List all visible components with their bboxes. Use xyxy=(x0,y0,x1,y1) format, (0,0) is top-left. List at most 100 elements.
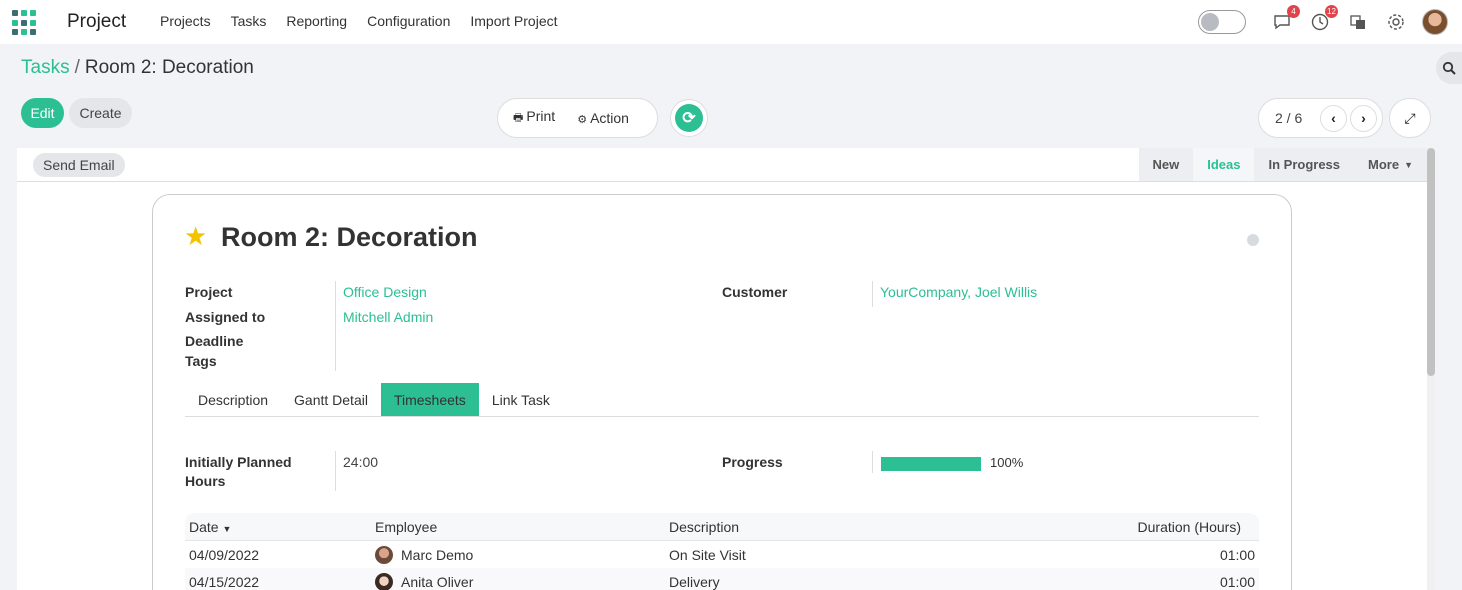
stage-more-dropdown[interactable]: More ▼ xyxy=(1354,148,1427,181)
stage-more-label: More xyxy=(1368,157,1400,172)
column-date-label: Date xyxy=(189,518,219,535)
project-label: Project xyxy=(185,284,233,300)
stage-ideas[interactable]: Ideas xyxy=(1193,148,1255,181)
row-description: Delivery xyxy=(669,573,720,590)
edit-button[interactable]: Edit xyxy=(21,98,64,128)
stage-new[interactable]: New xyxy=(1139,148,1194,181)
stage-in-progress[interactable]: In Progress xyxy=(1254,148,1354,181)
field-divider xyxy=(872,451,873,473)
row-employee: Anita Oliver xyxy=(375,572,669,590)
deadline-label: Deadline xyxy=(185,333,244,349)
send-email-button[interactable]: Send Email xyxy=(33,153,125,177)
breadcrumb-current: Room 2: Decoration xyxy=(84,57,254,78)
field-divider xyxy=(872,281,873,307)
timesheet-table: Date ▼ Employee Description Duration (Ho… xyxy=(185,513,1259,590)
settings-gear-icon[interactable] xyxy=(1384,10,1408,34)
search-panel-toggle[interactable] xyxy=(1436,52,1462,84)
messages-badge: 4 xyxy=(1287,5,1300,18)
user-avatar[interactable] xyxy=(1422,9,1448,35)
print-button[interactable]: 🖶 Print xyxy=(513,108,555,128)
dark-mode-toggle[interactable] xyxy=(1198,10,1246,34)
menu-reporting[interactable]: Reporting xyxy=(286,13,347,29)
employee-name: Marc Demo xyxy=(401,546,474,563)
tab-description[interactable]: Description xyxy=(185,383,281,416)
form-statusbar: Send Email New Ideas In Progress More ▼ xyxy=(17,148,1435,182)
caret-down-icon: ▼ xyxy=(1404,159,1413,170)
activities-clock-icon[interactable]: 12 xyxy=(1308,5,1338,34)
app-title[interactable]: Project xyxy=(67,11,126,33)
print-icon: 🖶 xyxy=(513,112,524,124)
refresh-icon: ⟳ xyxy=(675,104,703,132)
planned-hours-field[interactable]: 24:00 xyxy=(343,454,378,470)
form-view: Send Email New Ideas In Progress More ▼ ★… xyxy=(17,148,1435,590)
app-menu-icon[interactable] xyxy=(12,10,38,36)
kanban-state-icon[interactable] xyxy=(1247,234,1259,246)
progress-bar xyxy=(881,457,981,471)
assigned-to-field[interactable]: Mitchell Admin xyxy=(343,309,433,325)
menu-tasks[interactable]: Tasks xyxy=(231,13,267,29)
scrollbar-thumb[interactable] xyxy=(1427,148,1435,376)
action-button[interactable]: ⚙ Action xyxy=(577,110,629,126)
gear-icon: ⚙ xyxy=(577,114,588,126)
column-description[interactable]: Description xyxy=(669,519,1089,535)
pager-previous-icon[interactable]: ‹ xyxy=(1320,104,1347,132)
column-date[interactable]: Date ▼ xyxy=(185,519,375,535)
tab-gantt-detail[interactable]: Gantt Detail xyxy=(281,383,381,416)
planned-hours-label-line2: Hours xyxy=(185,473,226,489)
row-employee: Marc Demo xyxy=(375,545,669,564)
create-button[interactable]: Create xyxy=(69,98,132,128)
breadcrumb: Tasks / Room 2: Decoration xyxy=(21,57,254,79)
notebook-tabs: Description Gantt Detail Timesheets Link… xyxy=(185,383,1259,417)
customer-label: Customer xyxy=(722,284,788,300)
customer-field[interactable]: YourCompany, Joel Willis xyxy=(880,284,1037,300)
top-navbar: Project Projects Tasks Reporting Configu… xyxy=(0,0,1462,44)
column-duration[interactable]: Duration (Hours) xyxy=(1089,519,1259,535)
progress-bar-fill xyxy=(881,457,981,471)
progress-value: 100% xyxy=(990,455,1024,470)
breadcrumb-tasks-link[interactable]: Tasks xyxy=(21,57,70,78)
pager: 2 / 6 ‹ › xyxy=(1258,98,1383,138)
employee-name: Anita Oliver xyxy=(401,573,474,590)
language-icon[interactable] xyxy=(1346,10,1370,34)
tab-link-task[interactable]: Link Task xyxy=(479,383,563,416)
sort-down-icon: ▼ xyxy=(222,523,232,534)
table-header: Date ▼ Employee Description Duration (Ho… xyxy=(185,513,1259,541)
row-date: 04/15/2022 xyxy=(189,573,260,590)
print-action-group: 🖶 Print ⚙ Action xyxy=(497,98,658,138)
menu-projects[interactable]: Projects xyxy=(160,13,211,29)
project-field[interactable]: Office Design xyxy=(343,284,427,300)
form-scrollbar[interactable] xyxy=(1427,148,1435,590)
form-sheet: ★ Room 2: Decoration Project Assigned to… xyxy=(152,194,1292,590)
planned-hours-label-line1: Initially Planned xyxy=(185,454,292,470)
table-row[interactable]: 04/15/2022 Anita Oliver Delivery 01:00 xyxy=(185,568,1259,590)
field-divider xyxy=(335,281,336,371)
row-description: On Site Visit xyxy=(669,546,746,563)
menu-import-project[interactable]: Import Project xyxy=(470,13,557,29)
employee-avatar xyxy=(375,545,393,564)
pager-next-icon[interactable]: › xyxy=(1350,104,1377,132)
tab-timesheets[interactable]: Timesheets xyxy=(380,383,479,416)
print-label: Print xyxy=(526,108,556,124)
zoom-icon xyxy=(1442,61,1456,75)
reload-button[interactable]: ⟳ xyxy=(670,99,708,137)
assigned-to-label: Assigned to xyxy=(185,309,266,325)
main-menu: Projects Tasks Reporting Configuration I… xyxy=(160,13,578,29)
messages-icon[interactable]: 4 xyxy=(1270,5,1300,34)
column-employee[interactable]: Employee xyxy=(375,519,669,535)
row-date: 04/09/2022 xyxy=(189,546,260,563)
menu-configuration[interactable]: Configuration xyxy=(367,13,450,29)
pager-value[interactable]: 2 / 6 xyxy=(1275,110,1317,126)
tags-label: Tags xyxy=(185,353,217,369)
stage-pipeline: New Ideas In Progress More ▼ xyxy=(1138,148,1427,181)
row-duration: 01:00 xyxy=(1219,546,1255,563)
table-row[interactable]: 04/09/2022 Marc Demo On Site Visit 01:00 xyxy=(185,541,1259,568)
field-divider xyxy=(335,451,336,491)
task-title[interactable]: Room 2: Decoration xyxy=(221,222,478,253)
activities-badge: 12 xyxy=(1325,5,1338,18)
row-duration: 01:00 xyxy=(1219,573,1255,590)
priority-star-icon[interactable]: ★ xyxy=(184,223,207,249)
breadcrumb-separator: / xyxy=(74,57,80,78)
systray: 4 12 xyxy=(1198,5,1448,37)
expand-icon[interactable]: ⤢ xyxy=(1389,98,1431,138)
employee-avatar xyxy=(375,572,393,590)
